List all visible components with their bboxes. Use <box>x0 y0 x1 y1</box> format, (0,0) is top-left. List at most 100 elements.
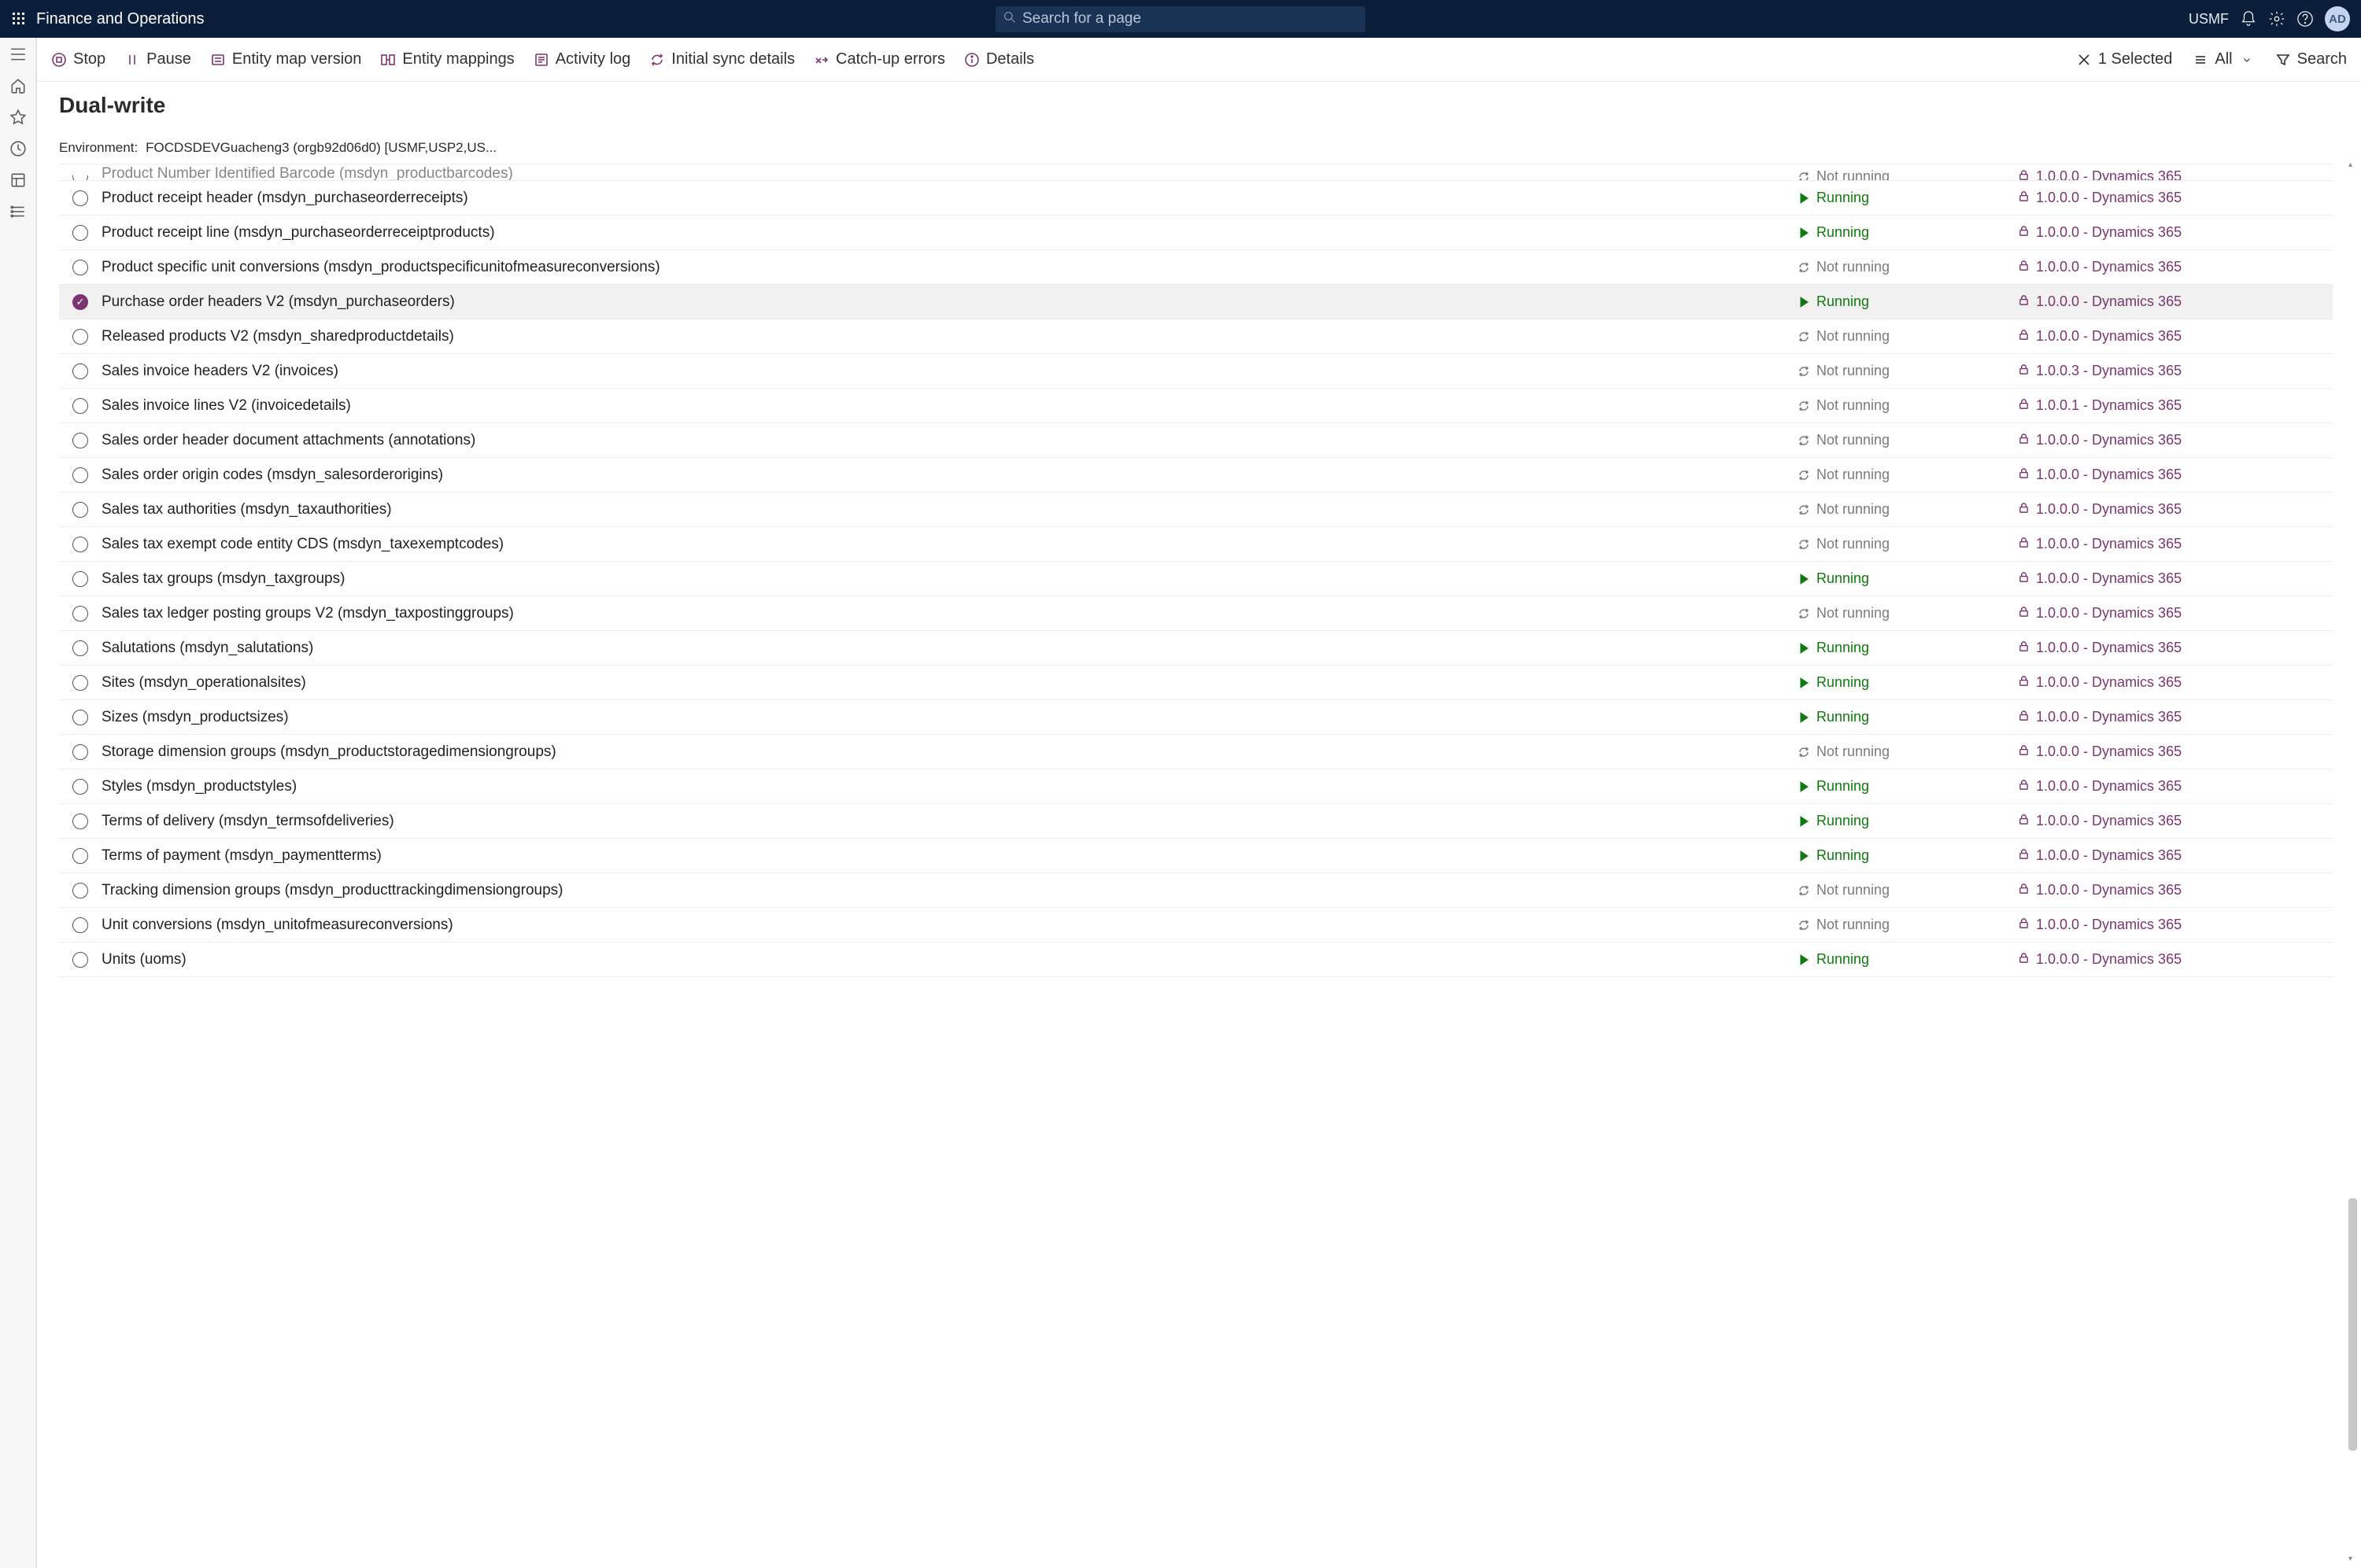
version-cell[interactable]: 1.0.0.0 - Dynamics 365 <box>2018 536 2333 552</box>
row-select-checkbox[interactable] <box>72 917 88 933</box>
table-row[interactable]: Sales order origin codes (msdyn_salesord… <box>59 458 2333 493</box>
row-select-checkbox[interactable] <box>72 225 88 241</box>
notifications-icon[interactable] <box>2240 10 2257 28</box>
version-cell[interactable]: 1.0.0.0 - Dynamics 365 <box>2018 847 2333 864</box>
table-row[interactable]: Terms of payment (msdyn_paymentterms)Run… <box>59 839 2333 873</box>
table-row[interactable]: Sales tax exempt code entity CDS (msdyn_… <box>59 527 2333 562</box>
pause-button[interactable]: Pause <box>124 50 191 68</box>
home-icon[interactable] <box>9 77 27 94</box>
search-button[interactable]: Search <box>2275 50 2347 68</box>
table-row[interactable]: Product receipt line (msdyn_purchaseorde… <box>59 216 2333 250</box>
version-cell[interactable]: 1.0.0.0 - Dynamics 365 <box>2018 743 2333 760</box>
table-row[interactable]: Sales tax ledger posting groups V2 (msdy… <box>59 596 2333 631</box>
row-select-checkbox[interactable] <box>72 260 88 275</box>
version-cell[interactable]: 1.0.0.0 - Dynamics 365 <box>2018 813 2333 829</box>
row-select-checkbox[interactable] <box>72 433 88 448</box>
table-row[interactable]: Purchase order headers V2 (msdyn_purchas… <box>59 285 2333 319</box>
version-cell[interactable]: 1.0.0.0 - Dynamics 365 <box>2018 501 2333 518</box>
table-row[interactable]: Sizes (msdyn_productsizes)Running1.0.0.0… <box>59 700 2333 735</box>
table-row[interactable]: Tracking dimension groups (msdyn_product… <box>59 873 2333 908</box>
entity-mappings-button[interactable]: Entity mappings <box>380 50 514 68</box>
settings-icon[interactable] <box>2268 10 2285 28</box>
global-search-input[interactable] <box>1022 10 1358 28</box>
table-row[interactable]: Sales invoice headers V2 (invoices)Not r… <box>59 354 2333 389</box>
row-select-checkbox[interactable] <box>72 190 88 206</box>
scroll-thumb[interactable] <box>2348 1198 2357 1451</box>
catchup-errors-button[interactable]: Catch-up errors <box>814 50 945 68</box>
version-cell[interactable]: 1.0.0.0 - Dynamics 365 <box>2018 328 2333 345</box>
table-row[interactable]: Sites (msdyn_operationalsites)Running1.0… <box>59 666 2333 700</box>
table-row[interactable]: Product specific unit conversions (msdyn… <box>59 250 2333 285</box>
table-row[interactable]: Sales invoice lines V2 (invoicedetails)N… <box>59 389 2333 423</box>
table-row[interactable]: Salutations (msdyn_salutations)Running1.… <box>59 631 2333 666</box>
modules-icon[interactable] <box>9 203 27 220</box>
version-cell[interactable]: 1.0.0.0 - Dynamics 365 <box>2018 951 2333 968</box>
version-cell[interactable]: 1.0.0.0 - Dynamics 365 <box>2018 605 2333 622</box>
row-select-checkbox[interactable] <box>72 952 88 968</box>
details-button[interactable]: Details <box>964 50 1034 68</box>
version-cell[interactable]: 1.0.0.0 - Dynamics 365 <box>2018 432 2333 448</box>
table-row[interactable]: Sales order header document attachments … <box>59 423 2333 458</box>
initial-sync-details-button[interactable]: Initial sync details <box>649 50 795 68</box>
version-cell[interactable]: 1.0.0.0 - Dynamics 365 <box>2018 674 2333 691</box>
row-select-checkbox[interactable] <box>72 175 88 181</box>
scroll-down-icon[interactable]: ▾ <box>2348 1555 2357 1563</box>
clear-selection-button[interactable]: 1 Selected <box>2076 50 2173 68</box>
recent-icon[interactable] <box>9 140 27 157</box>
table-row[interactable]: Units (uoms)Running1.0.0.0 - Dynamics 36… <box>59 943 2333 977</box>
version-cell[interactable]: 1.0.0.0 - Dynamics 365 <box>2018 917 2333 933</box>
global-search[interactable] <box>996 6 1365 32</box>
row-select-checkbox[interactable] <box>72 294 88 310</box>
version-cell[interactable]: 1.0.0.0 - Dynamics 365 <box>2018 190 2333 206</box>
scrollbar[interactable]: ▴ ▾ <box>2347 160 2359 1563</box>
row-select-checkbox[interactable] <box>72 814 88 829</box>
app-launcher-icon[interactable] <box>6 6 31 31</box>
hamburger-icon[interactable] <box>9 46 27 63</box>
row-select-checkbox[interactable] <box>72 502 88 518</box>
version-cell[interactable]: 1.0.0.3 - Dynamics 365 <box>2018 363 2333 379</box>
row-select-checkbox[interactable] <box>72 571 88 587</box>
help-icon[interactable] <box>2296 10 2314 28</box>
version-cell[interactable]: 1.0.0.0 - Dynamics 365 <box>2018 882 2333 898</box>
filter-all-button[interactable]: All <box>2193 50 2254 68</box>
version-cell[interactable]: 1.0.0.0 - Dynamics 365 <box>2018 778 2333 795</box>
row-select-checkbox[interactable] <box>72 537 88 552</box>
version-cell[interactable]: 1.0.0.0 - Dynamics 365 <box>2018 467 2333 483</box>
row-select-checkbox[interactable] <box>72 467 88 483</box>
table-row[interactable]: Unit conversions (msdyn_unitofmeasurecon… <box>59 908 2333 943</box>
table-row[interactable]: Released products V2 (msdyn_sharedproduc… <box>59 319 2333 354</box>
table-row[interactable]: Styles (msdyn_productstyles)Running1.0.0… <box>59 769 2333 804</box>
user-avatar[interactable]: AD <box>2325 6 2350 31</box>
table-row[interactable]: Sales tax authorities (msdyn_taxauthorit… <box>59 493 2333 527</box>
company-label[interactable]: USMF <box>2189 11 2229 28</box>
version-cell[interactable]: 1.0.0.0 - Dynamics 365 <box>2018 224 2333 241</box>
favorites-icon[interactable] <box>9 109 27 126</box>
row-select-checkbox[interactable] <box>72 848 88 864</box>
row-select-checkbox[interactable] <box>72 329 88 345</box>
row-select-checkbox[interactable] <box>72 710 88 725</box>
row-select-checkbox[interactable] <box>72 744 88 760</box>
version-cell[interactable]: 1.0.0.0 - Dynamics 365 <box>2018 293 2333 310</box>
activity-log-button[interactable]: Activity log <box>534 50 631 68</box>
version-cell[interactable]: 1.0.0.0 - Dynamics 365 <box>2018 640 2333 656</box>
version-cell[interactable]: 1.0.0.0 - Dynamics 365 <box>2018 168 2333 181</box>
row-select-checkbox[interactable] <box>72 363 88 379</box>
table-row[interactable]: Terms of delivery (msdyn_termsofdeliveri… <box>59 804 2333 839</box>
version-cell[interactable]: 1.0.0.1 - Dynamics 365 <box>2018 397 2333 414</box>
table-row[interactable]: Product Number Identified Barcode (msdyn… <box>59 164 2333 181</box>
version-cell[interactable]: 1.0.0.0 - Dynamics 365 <box>2018 570 2333 587</box>
table-row[interactable]: Sales tax groups (msdyn_taxgroups)Runnin… <box>59 562 2333 596</box>
scroll-up-icon[interactable]: ▴ <box>2348 160 2357 169</box>
workspaces-icon[interactable] <box>9 172 27 189</box>
row-select-checkbox[interactable] <box>72 640 88 656</box>
row-select-checkbox[interactable] <box>72 779 88 795</box>
table-row[interactable]: Storage dimension groups (msdyn_products… <box>59 735 2333 769</box>
table-row[interactable]: Product receipt header (msdyn_purchaseor… <box>59 181 2333 216</box>
version-cell[interactable]: 1.0.0.0 - Dynamics 365 <box>2018 259 2333 275</box>
row-select-checkbox[interactable] <box>72 883 88 898</box>
version-cell[interactable]: 1.0.0.0 - Dynamics 365 <box>2018 709 2333 725</box>
stop-button[interactable]: Stop <box>51 50 105 68</box>
row-select-checkbox[interactable] <box>72 675 88 691</box>
row-select-checkbox[interactable] <box>72 398 88 414</box>
entity-map-version-button[interactable]: Entity map version <box>210 50 362 68</box>
